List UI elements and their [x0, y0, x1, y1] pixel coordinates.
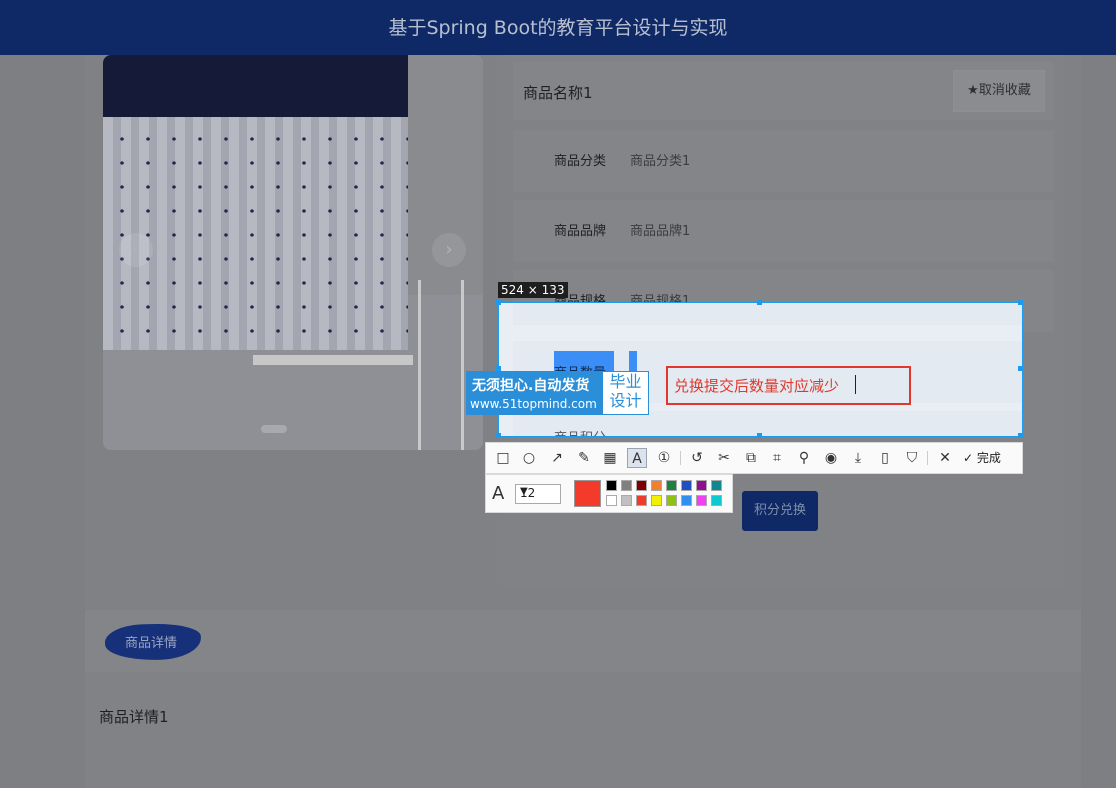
- image-curtain: [103, 95, 408, 350]
- color-swatch[interactable]: [711, 480, 722, 491]
- selected-row: [513, 303, 1022, 325]
- phone-icon[interactable]: ▯: [875, 448, 895, 468]
- circle-icon[interactable]: ○: [519, 448, 539, 468]
- toolbar-divider: [680, 451, 681, 465]
- page-title: 基于Spring Boot的教育平台设计与实现: [388, 17, 728, 39]
- tab-product-details[interactable]: 商品详情: [125, 632, 177, 651]
- color-swatch[interactable]: [621, 480, 632, 491]
- color-swatch[interactable]: [711, 495, 722, 506]
- color-swatch[interactable]: [636, 480, 647, 491]
- color-swatch[interactable]: [636, 495, 647, 506]
- carousel-next-icon[interactable]: ›: [432, 233, 466, 267]
- mosaic-icon[interactable]: ▦: [600, 448, 620, 468]
- color-swatch[interactable]: [606, 495, 617, 506]
- field-label: 商品分类: [554, 154, 607, 169]
- rectangle-icon[interactable]: □: [493, 448, 513, 468]
- image-desk: [253, 355, 413, 365]
- selection-size-label: 524 × 133: [498, 282, 568, 298]
- pin-icon[interactable]: ⚲: [794, 448, 814, 468]
- field-label: 商品品牌: [554, 224, 607, 239]
- download-icon[interactable]: ⤓: [848, 448, 868, 468]
- field-value: 商品分类1: [630, 154, 691, 169]
- cut-icon[interactable]: ✂: [714, 448, 734, 468]
- translate-icon[interactable]: ⧉: [741, 448, 761, 468]
- detail-tab-bar: 商品详情: [85, 610, 1081, 672]
- resize-handle[interactable]: [1018, 300, 1023, 305]
- undo-icon[interactable]: ↺: [687, 448, 707, 468]
- carousel-prev-icon[interactable]: ‹: [119, 233, 153, 267]
- annotation-text: 兑换提交后数量对应减少: [674, 377, 840, 395]
- watermark-line1: 无须担心.自动发货: [472, 378, 590, 394]
- image-shelf: [418, 280, 464, 450]
- image-canopy: [103, 55, 408, 117]
- number-icon[interactable]: ①: [654, 448, 674, 468]
- record-icon[interactable]: ◉: [821, 448, 841, 468]
- text-icon[interactable]: A: [627, 448, 647, 468]
- product-name-row: 商品名称1 ★取消收藏: [513, 62, 1054, 120]
- field-row-category: 商品分类 商品分类1: [513, 130, 1054, 192]
- resize-handle[interactable]: [496, 433, 501, 438]
- product-name: 商品名称1: [523, 84, 593, 102]
- field-value: 商品品牌1: [630, 224, 691, 239]
- color-swatch[interactable]: [621, 495, 632, 506]
- toolbar-divider: [927, 451, 928, 465]
- done-button[interactable]: ✓ 完成: [963, 448, 1001, 468]
- color-swatch[interactable]: [696, 495, 707, 506]
- color-swatch[interactable]: [651, 495, 662, 506]
- detail-text: 商品详情1: [99, 708, 169, 726]
- resize-handle[interactable]: [496, 300, 501, 305]
- resize-handle[interactable]: [1018, 366, 1023, 371]
- text-caret: [855, 375, 856, 394]
- check-icon: ✓: [963, 451, 974, 465]
- color-swatch[interactable]: [666, 495, 677, 506]
- detail-content: 商品详情1: [85, 672, 1081, 788]
- arrow-icon[interactable]: ↗: [547, 448, 567, 468]
- ocr-icon[interactable]: ⌗: [767, 448, 787, 468]
- screenshot-toolbar: □ ○ ↗ ✎ ▦ A ① ↺ ✂ ⧉ ⌗ ⚲ ◉ ⤓ ▯ ⛉ ✕ ✓ 完成: [485, 442, 1023, 474]
- color-swatch[interactable]: [681, 480, 692, 491]
- watermark: 无须担心.自动发货 www.51topmind.com 毕业设计: [466, 371, 649, 415]
- watermark-text-block: 无须担心.自动发货 www.51topmind.com: [466, 371, 602, 415]
- annotation-text-box[interactable]: 兑换提交后数量对应减少: [666, 366, 911, 405]
- bookmark-icon[interactable]: ⛉: [902, 448, 922, 468]
- current-color-swatch[interactable]: [574, 480, 601, 507]
- chevron-down-icon: ▼: [520, 486, 528, 497]
- product-image-carousel[interactable]: ‹ ›: [103, 55, 483, 450]
- color-swatch[interactable]: [681, 495, 692, 506]
- field-value-quantity: [629, 351, 637, 371]
- font-size-select[interactable]: 12 ▼: [515, 484, 561, 504]
- close-icon[interactable]: ✕: [935, 448, 955, 468]
- color-swatch[interactable]: [606, 480, 617, 491]
- unfavorite-button[interactable]: ★取消收藏: [953, 70, 1045, 112]
- field-row-brand: 商品品牌 商品品牌1: [513, 200, 1054, 262]
- font-icon: A: [492, 483, 505, 504]
- resize-handle[interactable]: [757, 433, 762, 438]
- pencil-icon[interactable]: ✎: [574, 448, 594, 468]
- resize-handle[interactable]: [757, 300, 762, 305]
- color-swatch[interactable]: [651, 480, 662, 491]
- color-swatch[interactable]: [696, 480, 707, 491]
- color-swatch[interactable]: [666, 480, 677, 491]
- top-header: 基于Spring Boot的教育平台设计与实现: [0, 0, 1116, 55]
- carousel-indicator[interactable]: [261, 425, 287, 433]
- redeem-points-button[interactable]: 积分兑换: [742, 491, 818, 531]
- resize-handle[interactable]: [1018, 433, 1023, 438]
- done-label: 完成: [976, 451, 1001, 465]
- watermark-line2: www.51topmind.com: [470, 397, 597, 411]
- watermark-badge: 毕业设计: [602, 371, 649, 415]
- field-label-points: 商品积分: [554, 427, 606, 436]
- text-style-palette: A 12 ▼: [485, 474, 733, 513]
